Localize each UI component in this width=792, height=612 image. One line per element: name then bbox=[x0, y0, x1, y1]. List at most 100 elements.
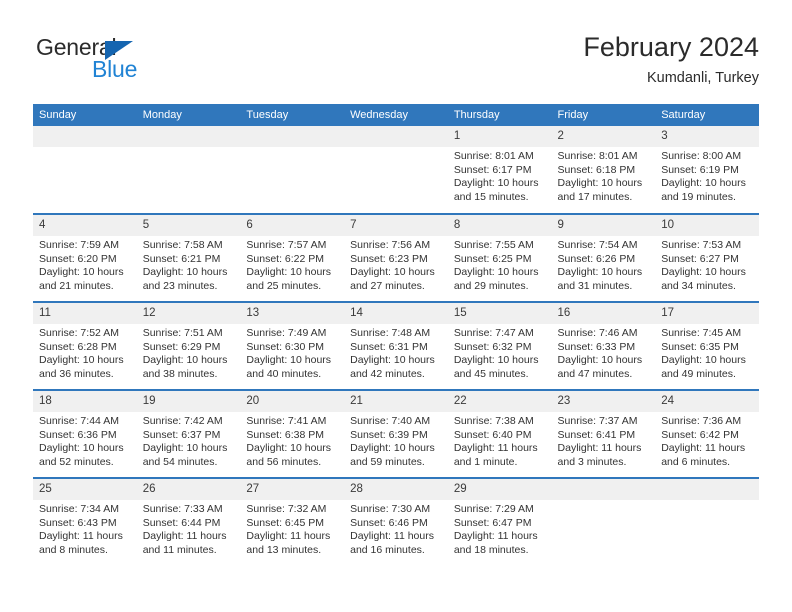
daylight-text: Daylight: 10 hours and 17 minutes. bbox=[557, 177, 643, 203]
calendar-day-cell[interactable]: 1 Sunrise: 8:01 AM Sunset: 6:17 PM Daylight… bbox=[447, 126, 552, 214]
calendar-day-cell-empty bbox=[655, 477, 759, 566]
calendar-day-cell[interactable]: 3 Sunrise: 8:00 AM Sunset: 6:19 PM Daylight… bbox=[655, 126, 759, 214]
calendar-day-cell[interactable]: 4 Sunrise: 7:59 AM Sunset: 6:20 PM Daylight… bbox=[33, 213, 137, 302]
calendar-day-cell[interactable]: 24 Sunrise: 7:36 AM Sunset: 6:42 PM Dayligh… bbox=[655, 389, 759, 478]
day-info: Sunrise: 7:47 AM Sunset: 6:32 PM Daylight:… bbox=[448, 324, 552, 381]
day-number: 22 bbox=[447, 391, 552, 412]
sunrise-text: Sunrise: 7:54 AM bbox=[557, 239, 638, 251]
weekday-header-saturday: Saturday bbox=[655, 104, 759, 126]
sunrise-text: Sunrise: 7:45 AM bbox=[661, 327, 742, 339]
calendar-day-cell[interactable]: 27 Sunrise: 7:32 AM Sunset: 6:45 PM Dayligh… bbox=[240, 477, 345, 566]
day-info: Sunrise: 8:00 AM Sunset: 6:19 PM Daylight:… bbox=[655, 147, 759, 204]
calendar-day-cell[interactable]: 18 Sunrise: 7:44 AM Sunset: 6:36 PM Dayligh… bbox=[33, 389, 137, 478]
day-number: 29 bbox=[447, 479, 552, 500]
weekday-header-friday: Friday bbox=[551, 104, 656, 126]
day-info: Sunrise: 7:37 AM Sunset: 6:41 PM Daylight:… bbox=[552, 412, 656, 469]
sunset-text: Sunset: 6:32 PM bbox=[453, 340, 532, 353]
sunrise-text: Sunrise: 8:01 AM bbox=[557, 150, 638, 162]
day-number: 24 bbox=[655, 391, 759, 412]
weekday-header-thursday: Thursday bbox=[447, 104, 552, 126]
sunrise-text: Sunrise: 7:30 AM bbox=[350, 503, 431, 515]
daylight-text: Daylight: 10 hours and 25 minutes. bbox=[246, 266, 332, 292]
day-number bbox=[136, 126, 241, 147]
calendar-day-cell[interactable]: 8 Sunrise: 7:55 AM Sunset: 6:25 PM Daylight… bbox=[447, 213, 552, 302]
sunrise-text: Sunrise: 7:34 AM bbox=[39, 503, 119, 515]
calendar-day-cell-empty bbox=[33, 126, 137, 214]
day-number: 11 bbox=[33, 303, 137, 324]
calendar-day-cell[interactable]: 6 Sunrise: 7:57 AM Sunset: 6:22 PM Daylight… bbox=[240, 213, 345, 302]
sunset-text: Sunset: 6:21 PM bbox=[142, 252, 221, 265]
calendar-day-cell-empty bbox=[344, 126, 448, 214]
calendar-week-row: 25 Sunrise: 7:34 AM Sunset: 6:43 PM Dayligh… bbox=[33, 477, 759, 566]
sunset-text: Sunset: 6:35 PM bbox=[661, 340, 739, 353]
sunset-text: Sunset: 6:45 PM bbox=[246, 516, 325, 529]
day-info: Sunrise: 8:01 AM Sunset: 6:18 PM Daylight:… bbox=[552, 147, 656, 204]
calendar-day-cell[interactable]: 12 Sunrise: 7:51 AM Sunset: 6:29 PM Dayligh… bbox=[136, 301, 241, 390]
daylight-text: Daylight: 10 hours and 47 minutes. bbox=[557, 354, 643, 380]
day-number: 17 bbox=[655, 303, 759, 324]
sunset-text: Sunset: 6:40 PM bbox=[453, 428, 532, 441]
calendar-day-cell[interactable]: 15 Sunrise: 7:47 AM Sunset: 6:32 PM Dayligh… bbox=[447, 301, 552, 390]
day-number: 10 bbox=[655, 215, 759, 236]
sunset-text: Sunset: 6:47 PM bbox=[453, 516, 532, 529]
title-block: February 2024 Kumdanli, Turkey bbox=[583, 30, 759, 89]
calendar-day-cell[interactable]: 10 Sunrise: 7:53 AM Sunset: 6:27 PM Dayligh… bbox=[655, 213, 759, 302]
sunrise-text: Sunrise: 7:53 AM bbox=[661, 239, 742, 251]
calendar-day-cell[interactable]: 9 Sunrise: 7:54 AM Sunset: 6:26 PM Daylight… bbox=[551, 213, 656, 302]
sunrise-text: Sunrise: 7:52 AM bbox=[39, 327, 119, 339]
calendar-day-cell[interactable]: 28 Sunrise: 7:30 AM Sunset: 6:46 PM Dayligh… bbox=[344, 477, 448, 566]
calendar-day-cell[interactable]: 21 Sunrise: 7:40 AM Sunset: 6:39 PM Dayligh… bbox=[344, 389, 448, 478]
calendar-body: 1 Sunrise: 8:01 AM Sunset: 6:17 PM Daylight… bbox=[33, 126, 759, 566]
calendar-day-cell[interactable]: 5 Sunrise: 7:58 AM Sunset: 6:21 PM Daylight… bbox=[136, 213, 241, 302]
day-number bbox=[33, 126, 137, 147]
day-info: Sunrise: 7:54 AM Sunset: 6:26 PM Daylight:… bbox=[552, 236, 656, 293]
day-info bbox=[344, 147, 448, 150]
calendar-day-cell[interactable]: 26 Sunrise: 7:33 AM Sunset: 6:44 PM Dayligh… bbox=[136, 477, 241, 566]
calendar-day-cell[interactable]: 25 Sunrise: 7:34 AM Sunset: 6:43 PM Dayligh… bbox=[33, 477, 137, 566]
sunrise-text: Sunrise: 7:56 AM bbox=[350, 239, 431, 251]
sunset-text: Sunset: 6:20 PM bbox=[39, 252, 117, 265]
sunrise-text: Sunrise: 7:41 AM bbox=[246, 415, 327, 427]
day-info: Sunrise: 7:53 AM Sunset: 6:27 PM Daylight:… bbox=[655, 236, 759, 293]
day-info: Sunrise: 7:55 AM Sunset: 6:25 PM Daylight:… bbox=[448, 236, 552, 293]
calendar-day-cell[interactable]: 29 Sunrise: 7:29 AM Sunset: 6:47 PM Dayligh… bbox=[447, 477, 552, 566]
calendar-page: General Blue February 2024 Kumdanli, Tur… bbox=[0, 0, 792, 612]
calendar-week-row: 4 Sunrise: 7:59 AM Sunset: 6:20 PM Daylight… bbox=[33, 213, 759, 302]
daylight-text: Daylight: 10 hours and 52 minutes. bbox=[39, 442, 124, 468]
calendar-day-cell[interactable]: 16 Sunrise: 7:46 AM Sunset: 6:33 PM Dayligh… bbox=[551, 301, 656, 390]
calendar-day-cell[interactable]: 20 Sunrise: 7:41 AM Sunset: 6:38 PM Dayligh… bbox=[240, 389, 345, 478]
calendar-day-cell[interactable]: 17 Sunrise: 7:45 AM Sunset: 6:35 PM Dayligh… bbox=[655, 301, 759, 390]
calendar-day-cell[interactable]: 7 Sunrise: 7:56 AM Sunset: 6:23 PM Daylight… bbox=[344, 213, 448, 302]
sunset-text: Sunset: 6:19 PM bbox=[661, 163, 739, 176]
calendar-day-cell[interactable]: 23 Sunrise: 7:37 AM Sunset: 6:41 PM Dayligh… bbox=[551, 389, 656, 478]
sunset-text: Sunset: 6:46 PM bbox=[350, 516, 428, 529]
sunrise-text: Sunrise: 7:33 AM bbox=[142, 503, 223, 515]
day-number bbox=[344, 126, 448, 147]
sunrise-text: Sunrise: 7:46 AM bbox=[557, 327, 638, 339]
calendar-day-cell[interactable]: 14 Sunrise: 7:48 AM Sunset: 6:31 PM Dayligh… bbox=[344, 301, 448, 390]
day-info: Sunrise: 7:30 AM Sunset: 6:46 PM Daylight:… bbox=[344, 500, 448, 557]
page-title: February 2024 bbox=[583, 32, 759, 62]
day-info: Sunrise: 7:56 AM Sunset: 6:23 PM Daylight:… bbox=[344, 236, 448, 293]
daylight-text: Daylight: 10 hours and 29 minutes. bbox=[453, 266, 539, 292]
day-number: 8 bbox=[447, 215, 552, 236]
day-info: Sunrise: 7:58 AM Sunset: 6:21 PM Daylight:… bbox=[137, 236, 241, 293]
sunset-text: Sunset: 6:22 PM bbox=[246, 252, 325, 265]
day-info: Sunrise: 7:36 AM Sunset: 6:42 PM Daylight:… bbox=[655, 412, 759, 469]
day-number: 15 bbox=[447, 303, 552, 324]
day-number: 3 bbox=[655, 126, 759, 147]
calendar-day-cell[interactable]: 19 Sunrise: 7:42 AM Sunset: 6:37 PM Dayligh… bbox=[136, 389, 241, 478]
sunrise-text: Sunrise: 7:40 AM bbox=[350, 415, 431, 427]
calendar-day-cell[interactable]: 2 Sunrise: 8:01 AM Sunset: 6:18 PM Daylight… bbox=[551, 126, 656, 214]
daylight-text: Daylight: 10 hours and 40 minutes. bbox=[246, 354, 332, 380]
sunrise-text: Sunrise: 8:01 AM bbox=[453, 150, 534, 162]
daylight-text: Daylight: 10 hours and 45 minutes. bbox=[453, 354, 539, 380]
sunrise-text: Sunrise: 7:29 AM bbox=[453, 503, 534, 515]
day-info: Sunrise: 7:32 AM Sunset: 6:45 PM Daylight:… bbox=[240, 500, 344, 557]
calendar-day-cell[interactable]: 11 Sunrise: 7:52 AM Sunset: 6:28 PM Dayligh… bbox=[33, 301, 137, 390]
calendar-day-cell-empty bbox=[240, 126, 345, 214]
calendar-day-cell[interactable]: 13 Sunrise: 7:49 AM Sunset: 6:30 PM Dayligh… bbox=[240, 301, 345, 390]
calendar-day-cell[interactable]: 22 Sunrise: 7:38 AM Sunset: 6:40 PM Dayligh… bbox=[447, 389, 552, 478]
daylight-text: Daylight: 10 hours and 19 minutes. bbox=[661, 177, 746, 203]
daylight-text: Daylight: 10 hours and 42 minutes. bbox=[350, 354, 435, 380]
